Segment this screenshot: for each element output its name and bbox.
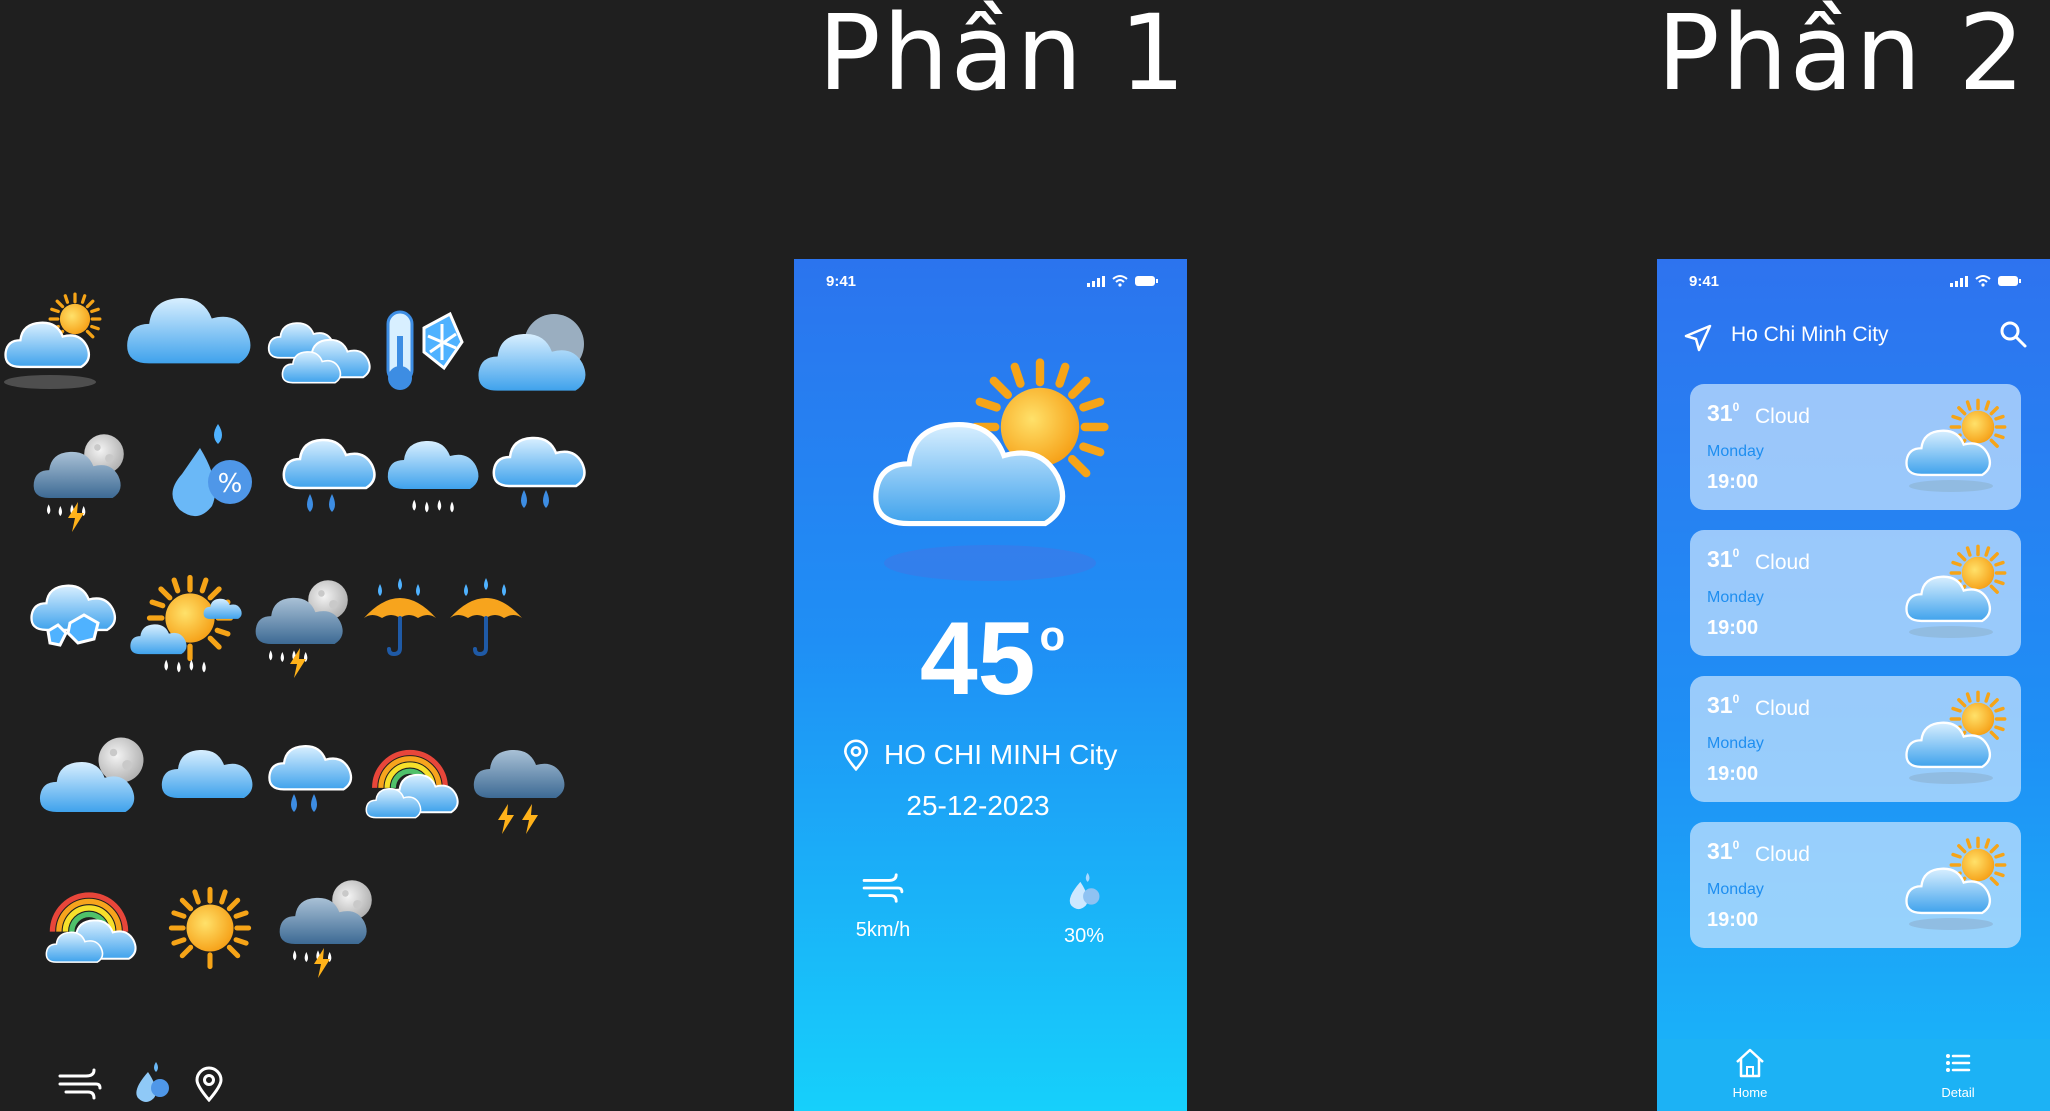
card-temp-value: 31 [1707,400,1733,426]
rain-umbrella-icon [360,576,442,662]
tab-home-label: Home [1732,1085,1768,1100]
card-condition: Cloud [1755,405,1810,428]
weather-illustration [866,357,1116,581]
drizzle-cloud-icon [387,440,479,513]
location-row: HO CHI MINH City [842,737,1117,773]
card-condition: Cloud [1755,551,1810,574]
card-day: Monday [1707,881,1764,898]
card-time: 19:00 [1707,471,1759,493]
cloud-moon-icon [478,314,586,391]
humidity-icon [1069,872,1100,910]
card-time: 19:00 [1707,763,1759,785]
partly-sunny-icon [1905,690,2007,784]
card-temperature: 310 [1707,838,1739,865]
card-day: Monday [1707,589,1764,606]
card-temp-value: 31 [1707,546,1733,572]
temperature-value: 45 [919,601,1036,717]
partly-sunny-icon [1905,398,2007,492]
phone-screen-home: 9:41 45o HO CHI MINH City 25-12-2023 5km… [794,259,1187,1111]
partly-sunny-icon [4,292,102,389]
storm-moon-icon [279,880,372,978]
svg-text:%: % [218,469,243,499]
tab-detail[interactable]: Detail [1913,1047,2003,1100]
double-cloud-icon [267,322,371,384]
card-time: 19:00 [1707,909,1759,931]
card-degree: 0 [1732,692,1740,706]
status-time: 9:41 [1689,273,1720,290]
location-name: HO CHI MINH City [884,739,1118,770]
card-degree: 0 [1732,838,1740,852]
section-title-part-2: Phần 2 [1657,0,2027,114]
location-pin-icon [195,1066,223,1102]
rain-cloud-icon [268,744,353,812]
card-temperature: 310 [1707,546,1739,573]
card-day: Monday [1707,443,1764,460]
card-degree: 0 [1732,400,1740,414]
rainbow-cloud-icon [365,736,459,819]
card-temperature: 310 [1707,400,1739,427]
status-bar-icons [1087,275,1158,287]
forecast-card[interactable]: 310 Cloud Monday 19:00 [1690,384,2021,510]
city-name: Ho Chi Minh City [1731,323,1889,346]
storm-moon-icon [255,580,348,678]
card-condition: Cloud [1755,843,1810,866]
tab-home[interactable]: Home [1705,1047,1795,1100]
current-date: 25-12-2023 [906,790,1050,821]
card-day: Monday [1707,735,1764,752]
rain-umbrella-icon [446,576,528,662]
humidity-drop-icon: % [172,424,252,517]
degree-symbol: o [1039,612,1066,659]
cloud-icon [161,749,253,798]
bottom-tab-bar: Home Detail [1657,1039,2050,1111]
forecast-card[interactable]: 310 Cloud Monday 19:00 [1690,676,2021,802]
tab-detail-label: Detail [1941,1085,1975,1100]
card-temp-value: 31 [1707,692,1733,718]
navigation-arrow-icon[interactable] [1683,323,1713,353]
card-temperature: 310 [1707,692,1739,719]
card-condition: Cloud [1755,697,1810,720]
status-time: 9:41 [826,273,857,290]
wind-icon [862,873,904,903]
card-time: 19:00 [1707,617,1759,639]
current-temperature: 45o [794,607,1187,711]
dark-thunder-cloud-icon [473,749,565,834]
forecast-card[interactable]: 310 Cloud Monday 19:00 [1690,530,2021,656]
rainbow-icon [45,880,137,964]
status-bar-icons [1950,275,2021,287]
heavy-rain-cloud-icon [492,436,586,508]
card-degree: 0 [1732,546,1740,560]
section-title-part-1: Phần 1 [818,0,1188,114]
forecast-card[interactable]: 310 Cloud Monday 19:00 [1690,822,2021,948]
cloud-icon [127,298,251,364]
partly-sunny-icon [1905,836,2007,930]
wind-stat: 5km/h [823,871,943,942]
thunderstorm-moon-icon [33,434,124,532]
cloudy-moon-icon [39,737,144,813]
wind-speed: 5km/h [855,919,911,941]
home-icon [1736,1048,1764,1078]
search-icon[interactable] [1998,319,2028,349]
list-icon [1946,1054,1971,1072]
location-pin-icon [843,739,869,771]
humidity-stat: 30% [1024,871,1144,948]
humidity-icon [136,1062,169,1102]
cold-thermometer-icon [386,310,464,390]
partly-sunny-icon [1905,544,2007,638]
snow-cloud-icon [30,584,117,647]
sun-rain-icon [130,574,242,673]
phone-screen-forecast: 9:41 Ho Chi Minh City 310 Cloud Monday 1… [1657,259,2050,1111]
wind-icon [58,1068,102,1100]
sun-icon [168,886,252,970]
header-row: Ho Chi Minh City [1679,317,2028,357]
humidity-value: 30% [1063,925,1105,947]
card-temp-value: 31 [1707,838,1733,864]
rain-cloud-icon [282,438,376,512]
